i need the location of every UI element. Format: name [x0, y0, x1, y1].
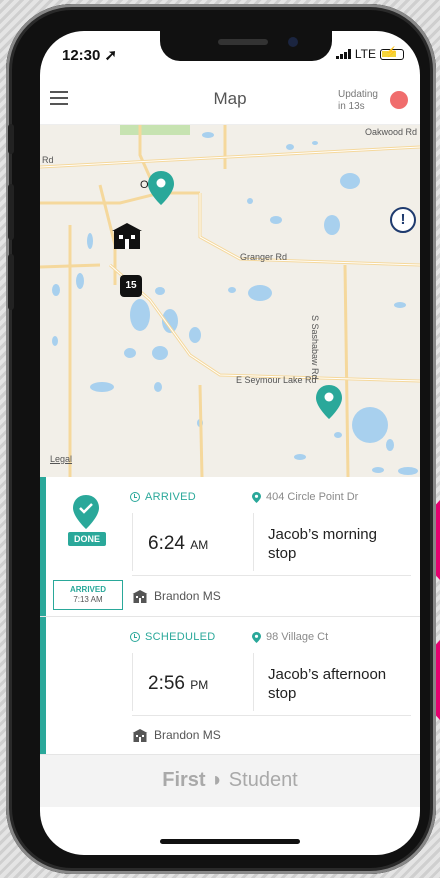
stop-accent-bar: [40, 477, 46, 616]
stop-time-box: 2:56 PM: [132, 653, 253, 711]
route-shield-icon: 15: [120, 275, 142, 297]
phone-mute-switch: [8, 124, 14, 154]
status-indicators: LTE ⚡: [335, 47, 404, 61]
clock-icon: [130, 632, 140, 642]
road-label-seymour: E Seymour Lake Rd: [236, 375, 317, 385]
road-label-west: Rd: [42, 155, 54, 165]
stop-divider: [132, 575, 411, 576]
brand-logo: First ◗ Student: [162, 769, 298, 791]
signal-icon: [335, 49, 351, 59]
school-icon: [132, 728, 148, 742]
stop-divider: [132, 715, 411, 716]
stop-name-box: Jacob’s afternoon stop: [253, 653, 411, 711]
info-button[interactable]: !: [390, 207, 416, 233]
stop-pin-icon[interactable]: [148, 171, 174, 205]
phone-volume-up: [8, 184, 14, 240]
stop-pin-icon[interactable]: [316, 385, 342, 419]
phone-volume-down: [8, 254, 14, 310]
live-status-dot[interactable]: [390, 91, 408, 109]
map-canvas: [40, 125, 420, 477]
phone-frame: 12:30 ➚ LTE ⚡ Map Updating in 13s Oakwoo…: [6, 4, 436, 874]
stop-name-box: Jacob’s morning stop: [253, 513, 411, 571]
stop-card-morning[interactable]: DONE ARRIVED 404 Circle Point Dr 6:24 AM…: [40, 477, 420, 617]
stop-school: Brandon MS: [132, 728, 221, 742]
done-badge: DONE: [68, 532, 107, 546]
status-time: 12:30 ➚: [62, 47, 118, 64]
location-icon: [252, 491, 261, 503]
school-icon: [132, 589, 148, 603]
notch: [160, 31, 332, 61]
legal-link[interactable]: Legal: [50, 454, 72, 464]
battery-icon: ⚡: [380, 47, 404, 60]
road-label-oakwood: Oakwood Rd: [365, 127, 418, 137]
stop-name: Jacob’s afternoon stop: [268, 666, 387, 702]
stop-accent-bar: [40, 617, 46, 754]
school-icon[interactable]: [112, 223, 142, 249]
app-header: Map Updating in 13s: [40, 75, 420, 125]
road-label-granger: Granger Rd: [240, 252, 288, 262]
network-label: LTE: [354, 47, 376, 61]
footer: First ◗ Student: [40, 755, 420, 807]
road-label-sashabaw: S Sashabaw Rd: [310, 315, 320, 380]
stop-time: 6:24 AM: [148, 533, 209, 554]
stop-card-afternoon[interactable]: SCHEDULED 98 Village Ct 2:56 PM Jacob’s …: [40, 617, 420, 755]
stop-time: 2:56 PM: [148, 673, 209, 694]
map-view[interactable]: Oakwood Rd Rd Granger Rd S Sashabaw Rd E…: [40, 125, 420, 477]
clock-icon: [130, 492, 140, 502]
stop-name: Jacob’s morning stop: [268, 526, 377, 562]
stop-status: SCHEDULED: [130, 631, 216, 643]
arrived-tag: ARRIVED 7:13 AM: [53, 580, 123, 610]
location-icon: [252, 631, 261, 643]
stop-time-box: 6:24 AM: [132, 513, 253, 571]
stop-school: Brandon MS: [132, 589, 221, 603]
home-indicator[interactable]: [160, 839, 300, 844]
phone-screen: 12:30 ➚ LTE ⚡ Map Updating in 13s Oakwoo…: [40, 31, 420, 855]
logo-mark-icon: ◗: [211, 769, 224, 791]
done-check-pin-icon: [73, 495, 99, 529]
stop-status: ARRIVED: [130, 491, 196, 503]
update-status: Updating in 13s: [337, 89, 378, 112]
stop-address: 404 Circle Point Dr: [252, 491, 358, 503]
stop-address: 98 Village Ct: [252, 631, 328, 643]
